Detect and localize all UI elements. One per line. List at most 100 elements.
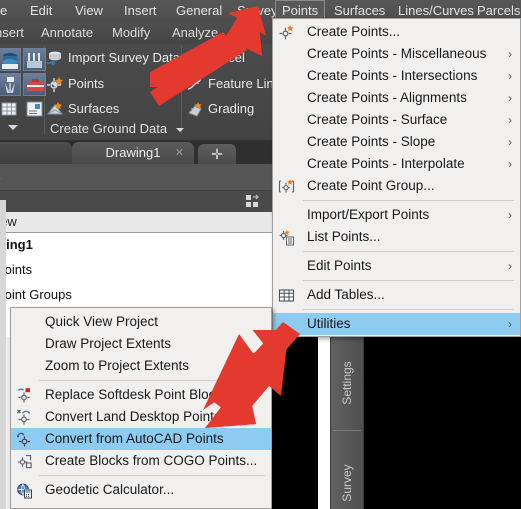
menu-item-add-tables[interactable]: Add Tables...	[273, 284, 520, 306]
import-survey-data-icon	[47, 51, 61, 66]
submenu-item-convert-from-autocad-points[interactable]: Convert from AutoCAD Points	[11, 428, 271, 450]
menu-item-create-point-group[interactable]: Create Point Group...	[273, 175, 520, 197]
menu-item-label: Geodetic Calculator...	[45, 482, 175, 497]
menu-item-label: Draw Project Extents	[45, 336, 172, 351]
submenu-item-replace-softdesk-point-blocks[interactable]: Replace Softdesk Point Blocks	[11, 384, 271, 406]
menu-separator	[37, 475, 265, 476]
ribbon-command-surfaces[interactable]: Surfaces	[46, 99, 119, 119]
menu-separator	[303, 280, 514, 281]
submenu-item-convert-land-desktop-points[interactable]: Convert Land Desktop Points...	[11, 406, 271, 428]
ribbon-tab-insert[interactable]: nsert	[0, 22, 24, 44]
menubar-item-edit[interactable]: Edit	[24, 0, 58, 22]
ribbon-small-button-2[interactable]	[23, 98, 46, 121]
ribbon-command-grading[interactable]: Grading	[186, 99, 254, 119]
vertical-palette-tab-settings[interactable]: Settings	[340, 343, 354, 423]
chevron-down-icon[interactable]	[175, 127, 184, 132]
chevron-right-icon: ›	[508, 208, 512, 222]
menu-item-import-export-points[interactable]: Import/Export Points ›	[273, 204, 520, 226]
menu-item-utilities[interactable]: Utilities ›	[273, 313, 520, 335]
menu-separator	[37, 380, 265, 381]
chevron-right-icon: ›	[508, 69, 512, 83]
menubar-item-e[interactable]: e	[0, 0, 13, 22]
ribbon-panel-title-create-ground-data[interactable]: Create Ground Data	[50, 120, 184, 138]
submenu-item-zoom-to-project-extents[interactable]: Zoom to Project Extents	[11, 355, 271, 377]
menu-item-label: Create Points...	[307, 24, 401, 39]
menu-separator	[303, 200, 514, 201]
ribbon-command-label: Parcel	[208, 50, 245, 65]
create-blocks-from-cogo-points-icon	[17, 455, 32, 469]
ribbon-tab-modify[interactable]: Modify	[112, 22, 150, 44]
menu-item-label: Utilities	[307, 316, 351, 331]
vertical-palette-bar: Settings Survey	[330, 336, 364, 509]
create-point-group-icon	[278, 179, 295, 193]
menu-item-label: Create Blocks from COGO Points...	[45, 453, 258, 468]
menubar-item-points[interactable]: Points	[275, 0, 326, 20]
chevron-right-icon: ›	[508, 91, 512, 105]
convert-land-desktop-points-icon	[17, 409, 31, 425]
menu-item-label: Create Points - Surface	[307, 112, 448, 127]
grading-icon	[188, 102, 202, 117]
submenu-item-draw-project-extents[interactable]: Draw Project Extents	[11, 333, 271, 355]
menu-item-create-points-alignments[interactable]: Create Points - Alignments ›	[273, 87, 520, 109]
menu-item-label: Create Points - Miscellaneous	[307, 46, 487, 61]
ribbon-large-button-group	[0, 48, 46, 130]
tree-item-point-groups[interactable]: Point Groups	[0, 285, 72, 305]
ribbon-command-parcel[interactable]: Parcel	[186, 48, 245, 68]
menu-item-create-points[interactable]: Create Points...	[273, 21, 520, 43]
menu-item-list-points[interactable]: List Points...	[273, 226, 520, 248]
menubar-item-view[interactable]: View	[69, 0, 109, 22]
parcel-icon	[187, 51, 202, 65]
submenu-item-quick-view-project[interactable]: Quick View Project	[11, 311, 271, 333]
toolspace-right-edge	[318, 336, 330, 509]
chevron-right-icon: ›	[508, 47, 512, 61]
menu-item-create-points-interpolate[interactable]: Create Points - Interpolate ›	[273, 153, 520, 175]
menu-item-edit-points[interactable]: Edit Points ›	[273, 255, 520, 277]
ribbon-small-button-1[interactable]	[0, 98, 21, 121]
table-icon	[1, 102, 17, 116]
menubar-item-insert[interactable]: Insert	[118, 0, 163, 22]
menu-item-label: Import/Export Points	[307, 207, 430, 222]
ribbon-tab-view[interactable]: w	[243, 22, 252, 44]
points-dropdown-menu: Create Points... Create Points - Miscell…	[272, 18, 521, 337]
ribbon-tab-annotate[interactable]: Annotate	[41, 22, 93, 44]
close-icon[interactable]: ✕	[175, 146, 184, 160]
vertical-palette-separator	[333, 430, 361, 431]
chevron-right-icon: ›	[508, 259, 512, 273]
ribbon-large-button-1[interactable]	[0, 48, 21, 71]
toolspace-title: E	[0, 167, 1, 183]
menu-item-create-points-surface[interactable]: Create Points - Surface ›	[273, 109, 520, 131]
document-tab-previous[interactable]	[0, 142, 72, 164]
chevron-right-icon: ›	[508, 113, 512, 127]
menu-item-create-points-miscellaneous[interactable]: Create Points - Miscellaneous ›	[273, 43, 520, 65]
document-tab-drawing1[interactable]: Drawing1 ✕	[72, 142, 194, 164]
ribbon-command-label: Points	[68, 76, 105, 91]
ribbon-large-button-2[interactable]	[23, 48, 46, 71]
ribbon-tab-analyze[interactable]: Analyze	[172, 22, 218, 44]
menu-item-label: Convert from AutoCAD Points	[45, 431, 224, 446]
submenu-item-create-blocks-from-cogo-points[interactable]: Create Blocks from COGO Points...	[11, 450, 271, 472]
menu-separator	[303, 309, 514, 310]
vertical-palette-tab-survey[interactable]: Survey	[340, 443, 354, 509]
menu-item-create-points-intersections[interactable]: Create Points - Intersections ›	[273, 65, 520, 87]
menu-item-label: Create Points - Slope	[307, 134, 436, 149]
toolspace-toolbar	[0, 190, 272, 214]
ribbon-large-button-4[interactable]	[23, 73, 46, 96]
panel-layout-icon[interactable]	[244, 193, 262, 211]
drawing-canvas[interactable]	[272, 336, 521, 509]
screenshot-root: e Edit View Insert General Survey Points…	[0, 0, 521, 509]
ribbon-command-points[interactable]: Points	[46, 74, 104, 94]
new-document-tab-button[interactable]: ✛	[198, 144, 236, 164]
ribbon-large-button-3[interactable]	[0, 73, 21, 96]
plus-icon: ✛	[211, 146, 223, 162]
menu-item-label: Create Point Group...	[307, 178, 435, 193]
menu-item-label: List Points...	[307, 229, 381, 244]
menu-item-label: Create Points - Alignments	[307, 90, 467, 105]
tools-icon	[27, 53, 42, 68]
menu-item-create-points-slope[interactable]: Create Points - Slope ›	[273, 131, 520, 153]
list-points-icon	[279, 230, 294, 246]
submenu-item-geodetic-calculator[interactable]: Geodetic Calculator...	[11, 479, 271, 501]
menu-item-label: Convert Land Desktop Points...	[45, 409, 232, 424]
survey-equipment-icon	[5, 77, 15, 93]
menubar-item-general[interactable]: General	[170, 0, 228, 22]
toolspace-tab-row: g View	[0, 212, 272, 233]
